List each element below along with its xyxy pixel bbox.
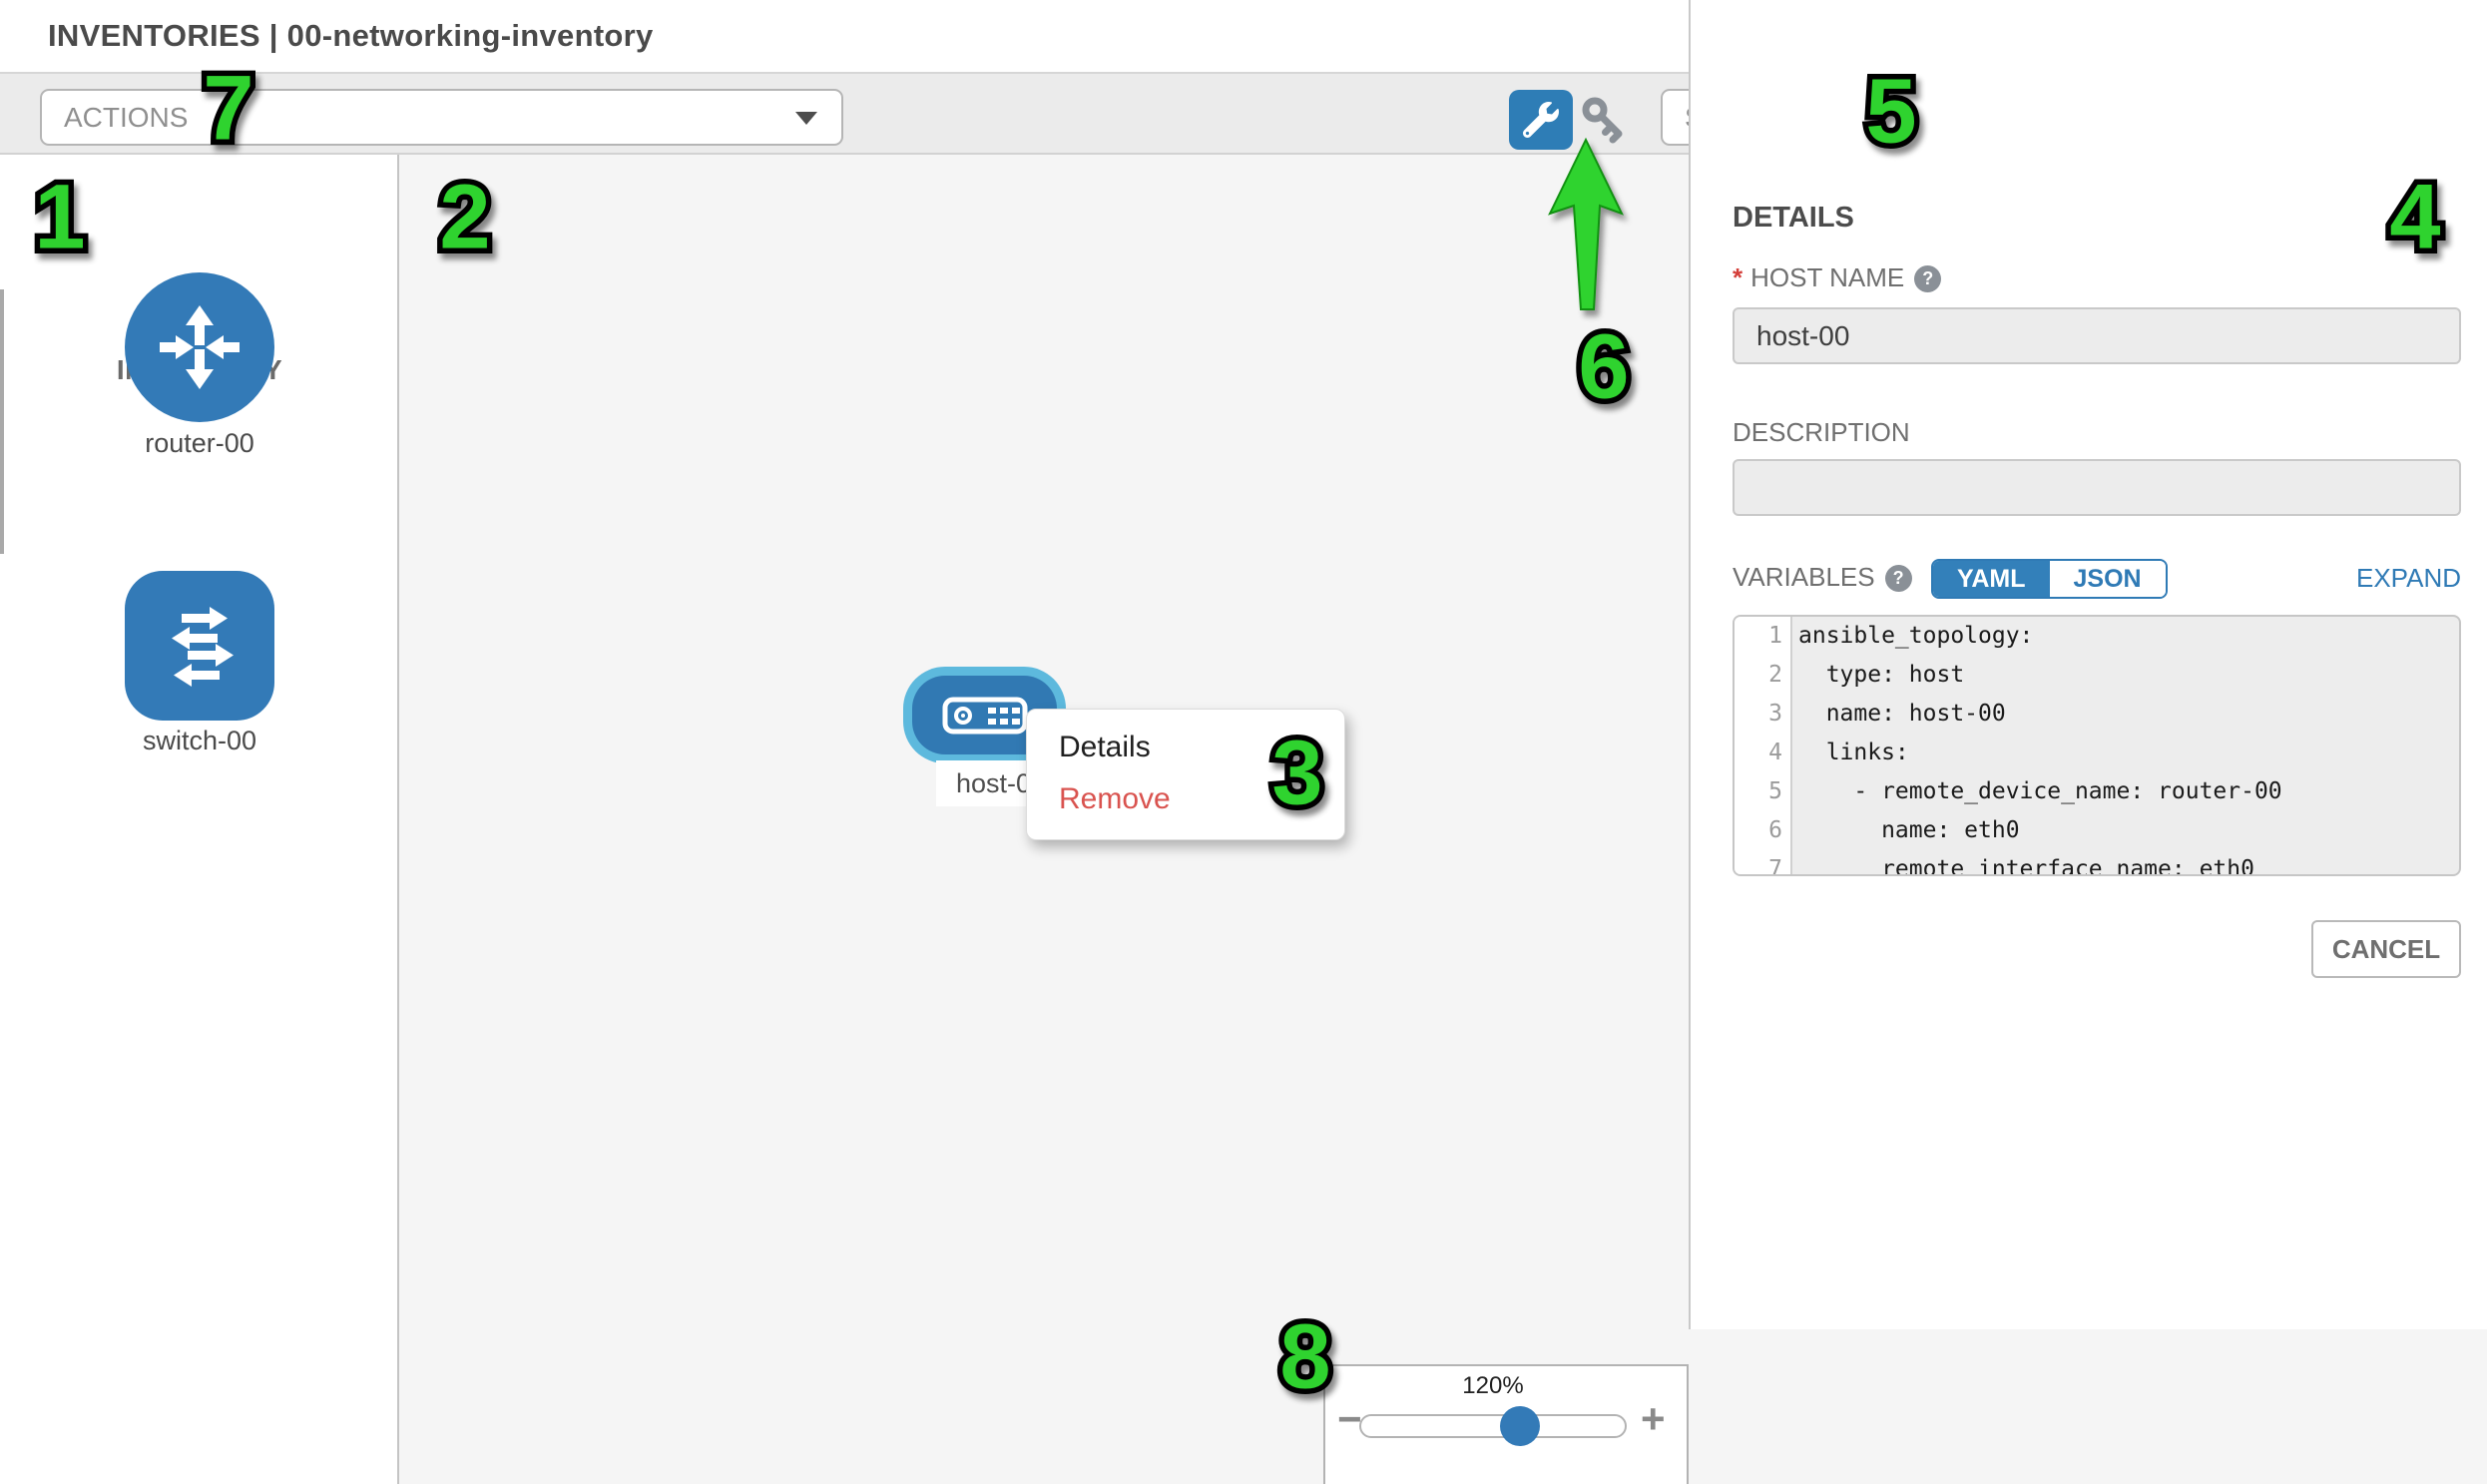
sidebar-scrollbar[interactable]	[0, 289, 4, 554]
sidebar-item-switch[interactable]	[125, 571, 274, 721]
code-line: 4 links:	[1735, 734, 2459, 772]
host-name-field[interactable]: host-00	[1733, 307, 2461, 364]
line-text: name: eth0	[1792, 811, 2459, 850]
code-line: 1ansible_topology:	[1735, 617, 2459, 656]
context-menu-item-details[interactable]: Details	[1027, 722, 1344, 773]
help-icon[interactable]: ?	[1914, 265, 1941, 292]
zoom-level-value: 120%	[1359, 1372, 1627, 1400]
code-line: 6 name: eth0	[1735, 811, 2459, 850]
host-name-label: HOST NAME	[1750, 262, 1904, 292]
chevron-down-icon	[795, 112, 817, 125]
line-number: 2	[1735, 656, 1792, 695]
help-icon[interactable]: ?	[1885, 565, 1912, 592]
zoom-in-button[interactable]: +	[1641, 1398, 1666, 1440]
variables-code-editor[interactable]: 1ansible_topology: 2 type: host 3 name: …	[1733, 615, 2461, 876]
host-name-label-row: * HOST NAME?	[1733, 262, 1941, 293]
inventory-topology-page: INVENTORIES | 00-networking-inventory AC…	[0, 0, 2487, 1484]
code-line: 2 type: host	[1735, 656, 2459, 695]
line-number: 6	[1735, 811, 1792, 850]
line-number: 7	[1735, 850, 1792, 876]
zoom-slider-thumb[interactable]	[1500, 1406, 1540, 1446]
context-menu-item-remove[interactable]: Remove	[1027, 773, 1344, 825]
switch-icon	[150, 596, 249, 696]
line-text: links:	[1792, 734, 2459, 772]
cancel-button[interactable]: CANCEL	[2311, 920, 2461, 978]
line-text: ansible_topology:	[1792, 617, 2459, 656]
variables-label: VARIABLES	[1733, 562, 1875, 592]
details-panel-title: DETAILS	[1733, 202, 1854, 235]
toggle-json[interactable]: JSON	[2050, 561, 2166, 597]
toggle-yaml[interactable]: YAML	[1933, 561, 2050, 597]
expand-link[interactable]: EXPAND	[2162, 563, 2461, 594]
description-label: DESCRIPTION	[1733, 417, 1910, 448]
line-number: 5	[1735, 772, 1792, 811]
line-number: 3	[1735, 695, 1792, 734]
required-marker: *	[1733, 262, 1742, 292]
description-field[interactable]	[1733, 459, 2461, 516]
line-number: 4	[1735, 734, 1792, 772]
line-number: 1	[1735, 617, 1792, 656]
code-line: 3 name: host-00	[1735, 695, 2459, 734]
host-icon	[942, 695, 1028, 737]
router-icon	[150, 297, 249, 397]
page-title: INVENTORIES | 00-networking-inventory	[48, 18, 654, 54]
line-text: - remote_device_name: router-00	[1792, 772, 2459, 811]
zoom-control: 120% − +	[1323, 1364, 1689, 1484]
zoom-slider-track[interactable]	[1359, 1414, 1627, 1438]
line-text: name: host-00	[1792, 695, 2459, 734]
node-context-menu: Details Remove	[1026, 709, 1345, 840]
line-text: remote_interface_name: eth0	[1792, 850, 2459, 876]
variables-format-toggle: YAML JSON	[1931, 559, 2168, 599]
zoom-out-button[interactable]: −	[1337, 1398, 1362, 1440]
sidebar-item-router-label: router-00	[0, 428, 399, 459]
credentials-key-button[interactable]	[1579, 94, 1629, 144]
wrench-icon	[1523, 102, 1559, 138]
actions-dropdown-label: ACTIONS	[64, 91, 188, 144]
line-text: type: host	[1792, 656, 2459, 695]
key-icon	[1579, 94, 1629, 144]
code-line: 5 - remote_device_name: router-00	[1735, 772, 2459, 811]
variables-label-row: VARIABLES?	[1733, 562, 1912, 593]
sidebar-item-router[interactable]	[125, 272, 274, 422]
tools-button[interactable]	[1509, 90, 1573, 150]
actions-dropdown[interactable]: ACTIONS	[40, 89, 843, 146]
inventory-sidebar: INVENTORY router-00	[0, 155, 399, 1484]
sidebar-item-switch-label: switch-00	[0, 726, 399, 756]
code-line: 7 remote_interface_name: eth0	[1735, 850, 2459, 876]
